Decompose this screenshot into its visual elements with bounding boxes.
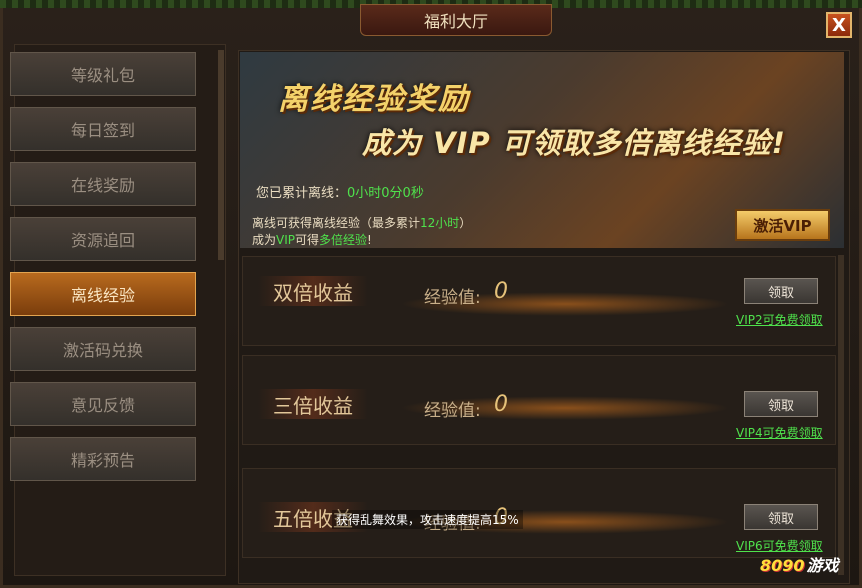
sidebar-item-feedback[interactable]: 意见反馈 [10,382,196,426]
claim-button[interactable]: 领取 [744,391,818,417]
exp-label: 经验值: [424,401,481,421]
info2-mid: 可得 [295,233,320,247]
info1-prefix: 离线可获得离线经验（最多累计 [252,216,421,230]
info2-prefix: 成为 [252,233,277,247]
sidebar-item-daily-signin[interactable]: 每日签到 [10,107,196,151]
info2-suffix: ! [367,233,372,247]
close-button[interactable]: X [826,12,852,38]
tooltip: 获得乱舞效果，攻击速度提高15% [332,510,523,529]
claim-button[interactable]: 领取 [744,504,818,530]
logo-text: 游戏 [806,556,839,575]
offline-time: 您已累计离线：0小时0分0秒 [256,182,424,201]
info1-highlight: 12小时 [420,216,460,230]
info2-highlight: 多倍经验 [319,233,368,247]
offline-info-line2: 成为VIP可得多倍经验! [252,231,372,248]
banner-subtitle: 成为 VIP 可领取多倍离线经验! [362,126,786,160]
info2-vip: VIP [276,233,295,247]
content-scrollbar[interactable] [838,255,844,575]
activate-vip-button[interactable]: 激活VIP [735,209,830,241]
sidebar-item-level-gift[interactable]: 等级礼包 [10,52,196,96]
offline-time-value: 0小时0分0秒 [347,186,424,201]
reward-label: 双倍收益 [258,276,368,306]
sidebar-item-offline-exp[interactable]: 离线经验 [10,272,196,316]
window-title: 福利大厅 [360,4,552,36]
vip-free-link[interactable]: VIP2可免费领取 [736,311,823,328]
vip-free-link[interactable]: VIP4可免费领取 [736,424,823,441]
info1-suffix: ） [459,216,472,230]
offline-info-line1: 离线可获得离线经验（最多累计12小时） [252,214,471,231]
reward-label: 三倍收益 [258,389,368,419]
offline-time-label: 您已累计离线： [256,186,348,201]
sidebar-scrollbar[interactable] [218,50,224,260]
exp-value: 0 [494,279,508,304]
sidebar-item-resource-recovery[interactable]: 资源追回 [10,217,196,261]
claim-button[interactable]: 领取 [744,278,818,304]
sidebar-item-preview[interactable]: 精彩预告 [10,437,196,481]
banner-title: 离线经验奖励 [278,82,470,117]
logo-numbers: 8090 [760,556,805,575]
exp-label: 经验值: [424,288,481,308]
sidebar-item-code-redeem[interactable]: 激活码兑换 [10,327,196,371]
sidebar-item-online-reward[interactable]: 在线奖励 [10,162,196,206]
exp-value: 0 [494,392,508,417]
site-logo: 8090 游戏 [760,552,856,584]
